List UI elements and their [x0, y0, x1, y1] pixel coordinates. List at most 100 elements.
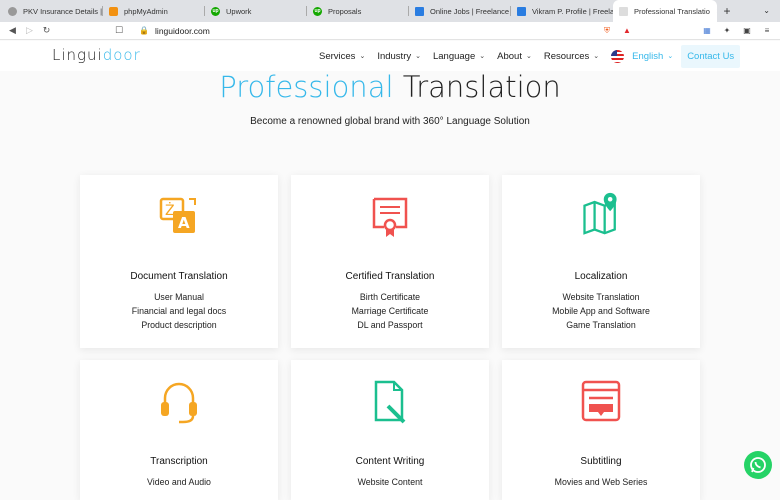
menu-item-services[interactable]: Services ⌄ — [319, 51, 365, 62]
menu-label: Services — [319, 50, 356, 62]
logo-text-accent: door — [102, 46, 141, 64]
page-title: Professional Translation — [0, 70, 780, 104]
translate-extension-icon[interactable]: ▦ — [702, 26, 712, 36]
certificate-icon — [372, 197, 408, 237]
service-card-localization[interactable]: Localization Website Translation Mobile … — [502, 175, 700, 348]
card-item: Website Content — [357, 477, 423, 487]
browser-tab[interactable]: Online Jobs | Freelance Em — [409, 0, 511, 22]
menu-item-industry[interactable]: Industry ⌄ — [377, 51, 421, 62]
card-title: Localization — [574, 271, 628, 282]
tab-title: PKV Insurance Details | Ad — [23, 6, 103, 16]
us-flag-icon — [611, 49, 625, 63]
service-card-content-writing[interactable]: Content Writing Website Content — [291, 360, 489, 500]
card-item: Website Translation — [562, 292, 640, 302]
service-card-certified-translation[interactable]: Certified Translation Birth Certificate … — [291, 175, 489, 348]
card-item: Product description — [141, 320, 217, 330]
menu-label: Resources — [543, 50, 590, 62]
menu-icon[interactable]: ≡ — [762, 26, 772, 36]
whatsapp-icon — [750, 457, 766, 473]
card-item: Financial and legal docs — [131, 306, 227, 316]
menu-item-language[interactable]: Language ⌄ — [433, 51, 485, 62]
page-subtitle: Become a renowned global brand with 360°… — [250, 116, 530, 127]
whatsapp-chat-button[interactable] — [744, 451, 772, 479]
chevron-down-icon: ⌄ — [593, 53, 600, 60]
tab-title: Upwork — [226, 6, 252, 16]
site-header: Linguidoor Services ⌄ Industry ⌄ Language ⌄… — [0, 41, 780, 71]
back-icon[interactable]: ◀ — [4, 25, 21, 36]
chevron-down-icon: ⌄ — [667, 53, 674, 60]
service-card-document-translation[interactable]: Ż A Document Translation User Manual Fin… — [80, 175, 278, 348]
tab-title: Proposals — [328, 6, 362, 16]
card-title: Subtitling — [580, 456, 622, 467]
subtitles-icon — [581, 380, 621, 422]
bookmark-icon[interactable]: ☐ — [115, 25, 123, 36]
phpmyadmin-favicon-icon — [109, 6, 118, 16]
brave-rewards-icon[interactable]: ▲ — [622, 26, 632, 36]
reload-icon[interactable]: ↻ — [38, 25, 55, 36]
forward-icon[interactable]: ▷ — [21, 25, 38, 36]
card-item: Marriage Certificate — [351, 306, 429, 316]
browser-tab[interactable]: up Upwork — [205, 0, 307, 22]
card-item: Mobile App and Software — [552, 306, 650, 316]
browser-tab[interactable]: phpMyAdmin — [103, 0, 205, 22]
card-title: Document Translation — [130, 271, 228, 282]
tab-title: Online Jobs | Freelance Em — [430, 6, 511, 16]
browser-tab-active[interactable]: Professional Translatio ✕ — [613, 0, 717, 22]
map-pin-icon — [583, 192, 617, 235]
freelancer-favicon-icon — [517, 6, 526, 16]
browser-tab-bar: PKV Insurance Details | Ad phpMyAdmin up… — [0, 0, 780, 22]
card-item: Birth Certificate — [359, 292, 421, 302]
card-item: User Manual — [154, 292, 204, 302]
new-tab-button[interactable]: + — [717, 0, 737, 22]
translate-icon: Ż A — [159, 197, 196, 233]
language-selector[interactable]: English ⌄ — [632, 51, 673, 62]
card-title: Certified Translation — [345, 271, 435, 282]
tab-title: Professional Translatio — [634, 6, 710, 16]
card-item: Game Translation — [566, 320, 636, 330]
brave-shield-icon[interactable]: ⛨ — [602, 26, 612, 36]
browser-tab[interactable]: PKV Insurance Details | Ad — [0, 0, 103, 22]
service-card-transcription[interactable]: Transcription Video and Audio — [80, 360, 278, 500]
contact-us-button[interactable]: Contact Us — [681, 44, 741, 68]
card-item: Video and Audio — [147, 477, 211, 487]
menu-label: Language — [432, 50, 476, 62]
card-title: Content Writing — [355, 456, 425, 467]
page-favicon-icon — [619, 6, 628, 16]
chevron-down-icon: ⌄ — [525, 53, 532, 60]
document-pen-icon — [374, 380, 406, 424]
menu-label: About — [497, 50, 522, 62]
tab-title: phpMyAdmin — [124, 6, 168, 16]
chevron-down-icon: ⌄ — [359, 53, 366, 60]
chevron-down-icon: ⌄ — [415, 53, 421, 60]
lock-icon: 🔒 — [139, 26, 150, 35]
freelancer-favicon-icon — [415, 6, 424, 16]
url-field[interactable]: linguidoor.com — [155, 26, 210, 36]
tab-title: Vikram P. Profile | Freelan — [532, 6, 613, 16]
main-menu: Services ⌄ Industry ⌄ Language ⌄ About ⌄ Res… — [319, 41, 741, 71]
page-favicon-icon — [8, 6, 17, 16]
upwork-favicon-icon: up — [313, 6, 322, 16]
title-rest: Translation — [402, 70, 561, 104]
address-bar: ◀ ▷ ↻ ☐ 🔒 linguidoor.com ⛨ ▲ ▦ ✦ ▣ ≡ — [0, 22, 780, 40]
browser-tab[interactable]: up Proposals — [307, 0, 409, 22]
card-item: DL and Passport — [357, 320, 423, 330]
browser-tab[interactable]: Vikram P. Profile | Freelan — [511, 0, 613, 22]
chevron-down-icon: ⌄ — [479, 53, 486, 60]
wallet-icon[interactable]: ▣ — [742, 26, 752, 36]
menu-item-resources[interactable]: Resources ⌄ — [544, 51, 599, 62]
menu-item-about[interactable]: About ⌄ — [497, 51, 532, 62]
card-item: Movies and Web Series — [554, 477, 648, 487]
close-tab-icon[interactable]: ✕ — [716, 7, 717, 16]
upwork-favicon-icon: up — [211, 6, 220, 16]
extensions-puzzle-icon[interactable]: ✦ — [722, 26, 732, 36]
logo[interactable]: Linguidoor — [52, 46, 141, 64]
title-accent: Professional — [219, 70, 394, 104]
service-card-subtitling[interactable]: Subtitling Movies and Web Series — [502, 360, 700, 500]
headset-icon — [161, 382, 197, 424]
menu-label: Industry — [377, 50, 412, 62]
card-title: Transcription — [150, 456, 208, 467]
svg-text:A: A — [178, 214, 190, 232]
tab-search-chevron-icon[interactable]: ⌄ — [763, 0, 770, 22]
logo-text: Lingui — [52, 46, 103, 64]
language-label: English — [632, 50, 664, 62]
